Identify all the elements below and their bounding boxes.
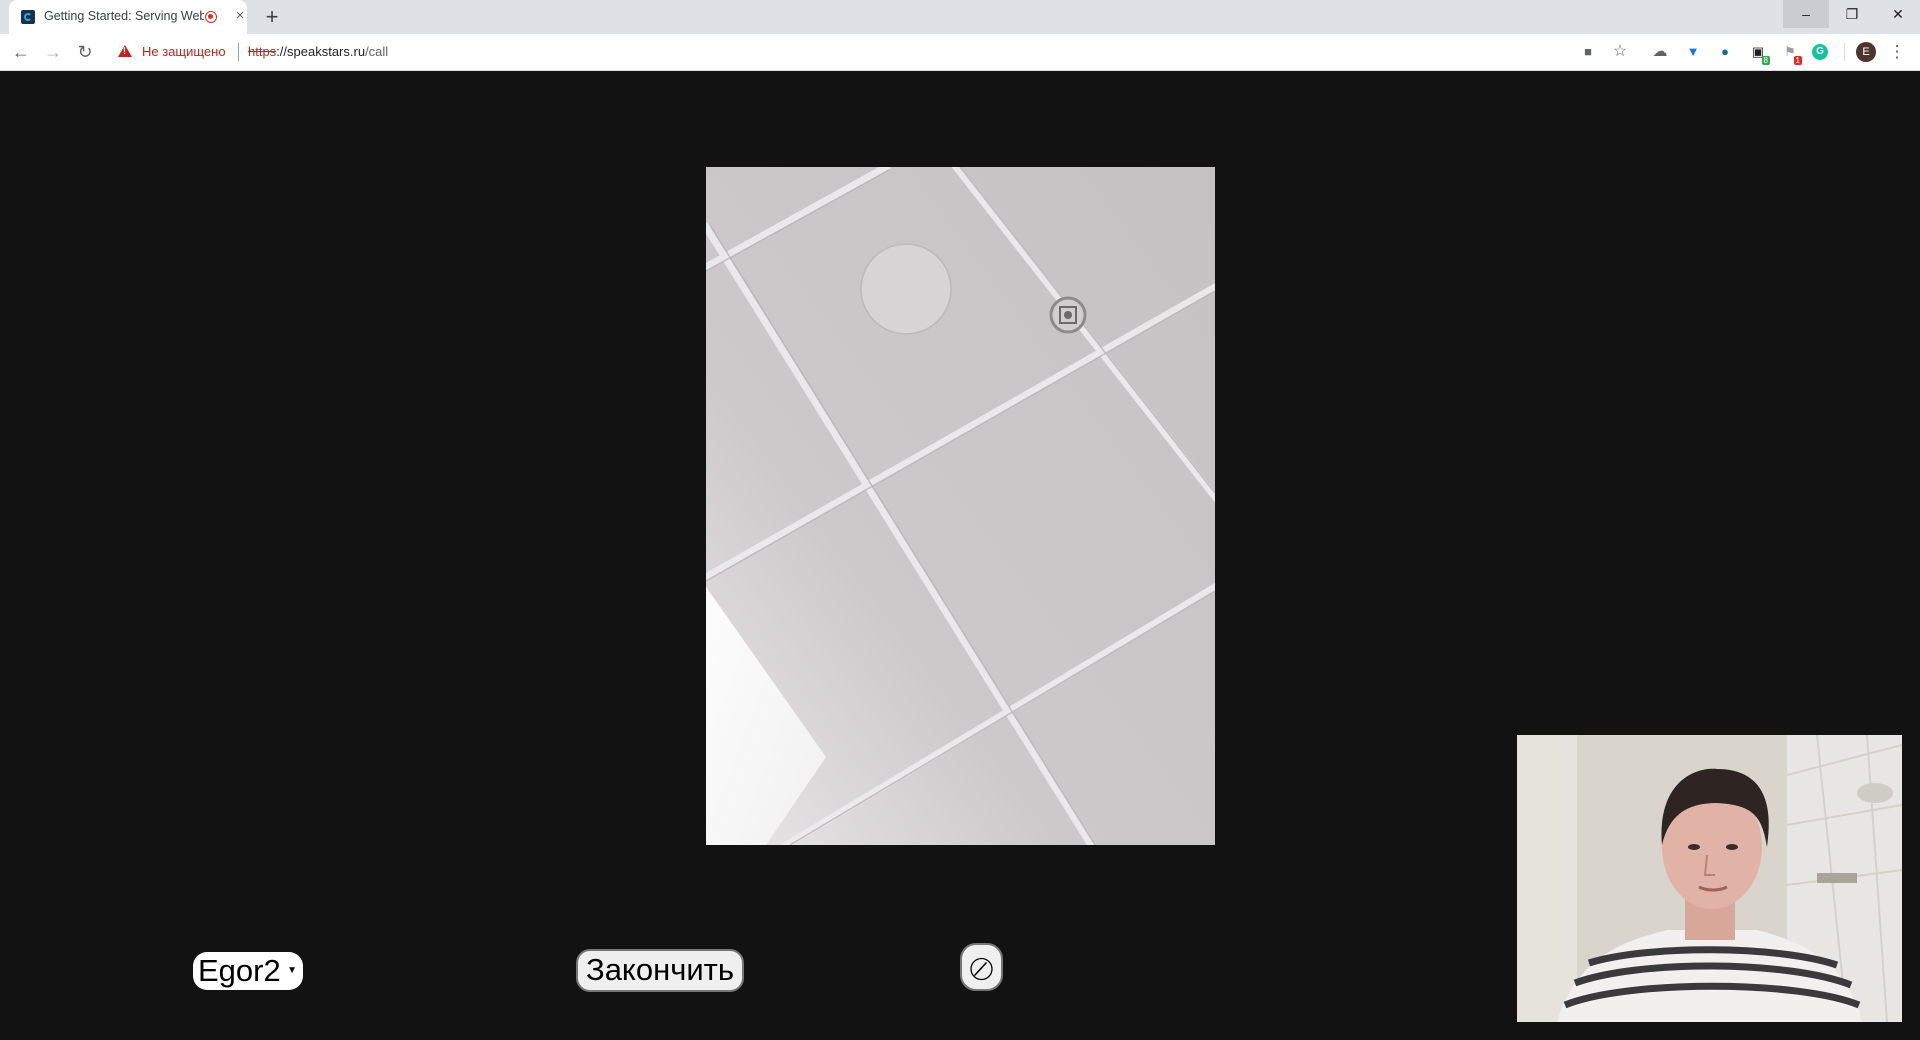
url-path: /call xyxy=(365,44,389,59)
local-video xyxy=(1517,735,1902,1022)
flag-badge: 1 xyxy=(1793,56,1802,65)
menu-icon[interactable]: ⋮ xyxy=(1888,43,1906,61)
reload-button[interactable]: ↻ xyxy=(72,39,98,65)
address-bar[interactable]: Не защищено https://speakstars.ru/call xyxy=(108,38,1638,66)
window-close-button[interactable]: ✕ xyxy=(1875,0,1920,28)
calendar-icon[interactable]: ▣ 8 xyxy=(1749,43,1770,65)
star-icon[interactable]: ☆ xyxy=(1611,43,1629,61)
url-scheme: https xyxy=(248,44,277,59)
omnibox-divider xyxy=(238,43,239,61)
site-favicon-icon xyxy=(21,10,35,24)
recording-indicator-icon xyxy=(205,11,217,23)
gauge-icon xyxy=(970,957,993,981)
remote-video-frame xyxy=(706,167,1215,845)
calendar-badge: 8 xyxy=(1761,56,1770,65)
back-button[interactable]: ← xyxy=(8,39,34,65)
pocket-icon[interactable]: ▼ xyxy=(1684,43,1702,61)
profile-avatar[interactable]: E xyxy=(1856,42,1876,62)
window-restore-button[interactable]: ❐ xyxy=(1829,0,1875,28)
window-minimize-button[interactable]: – xyxy=(1783,0,1829,28)
flag-icon[interactable]: ⚑ 1 xyxy=(1781,43,1802,65)
browser-tab[interactable]: Getting Started: Serving Web Content × xyxy=(9,0,247,34)
speed-button[interactable] xyxy=(960,943,1003,991)
tab-title: Getting Started: Serving Web Content xyxy=(44,9,204,23)
grammarly-icon[interactable]: G xyxy=(1812,44,1828,60)
user-select[interactable]: Egor2 ▼ xyxy=(193,952,303,990)
remote-video xyxy=(706,167,1215,845)
browser-toolbar: ← → ↻ Не защищено https://speakstars.ru/… xyxy=(0,34,1920,71)
owl-icon[interactable]: ● xyxy=(1716,43,1734,61)
warning-icon[interactable] xyxy=(118,45,132,57)
security-label[interactable]: Не защищено xyxy=(142,44,226,59)
end-call-button[interactable]: Закончить xyxy=(576,949,744,992)
forward-button[interactable]: → xyxy=(40,39,66,65)
url-host: ://speakstars.ru xyxy=(276,44,366,59)
url-text[interactable]: https://speakstars.ru/call xyxy=(248,44,388,59)
tab-strip: Getting Started: Serving Web Content × +… xyxy=(0,0,1920,34)
local-video-frame xyxy=(1517,735,1902,1022)
toolbar-divider xyxy=(1844,43,1845,61)
user-select-value: Egor2 xyxy=(198,953,281,988)
cloud-icon[interactable]: ☁ xyxy=(1651,43,1669,61)
new-tab-button[interactable]: + xyxy=(259,4,285,30)
tab-close-icon[interactable]: × xyxy=(232,7,248,25)
camera-icon[interactable]: ■ xyxy=(1579,43,1597,61)
chevron-down-icon: ▼ xyxy=(287,965,297,976)
